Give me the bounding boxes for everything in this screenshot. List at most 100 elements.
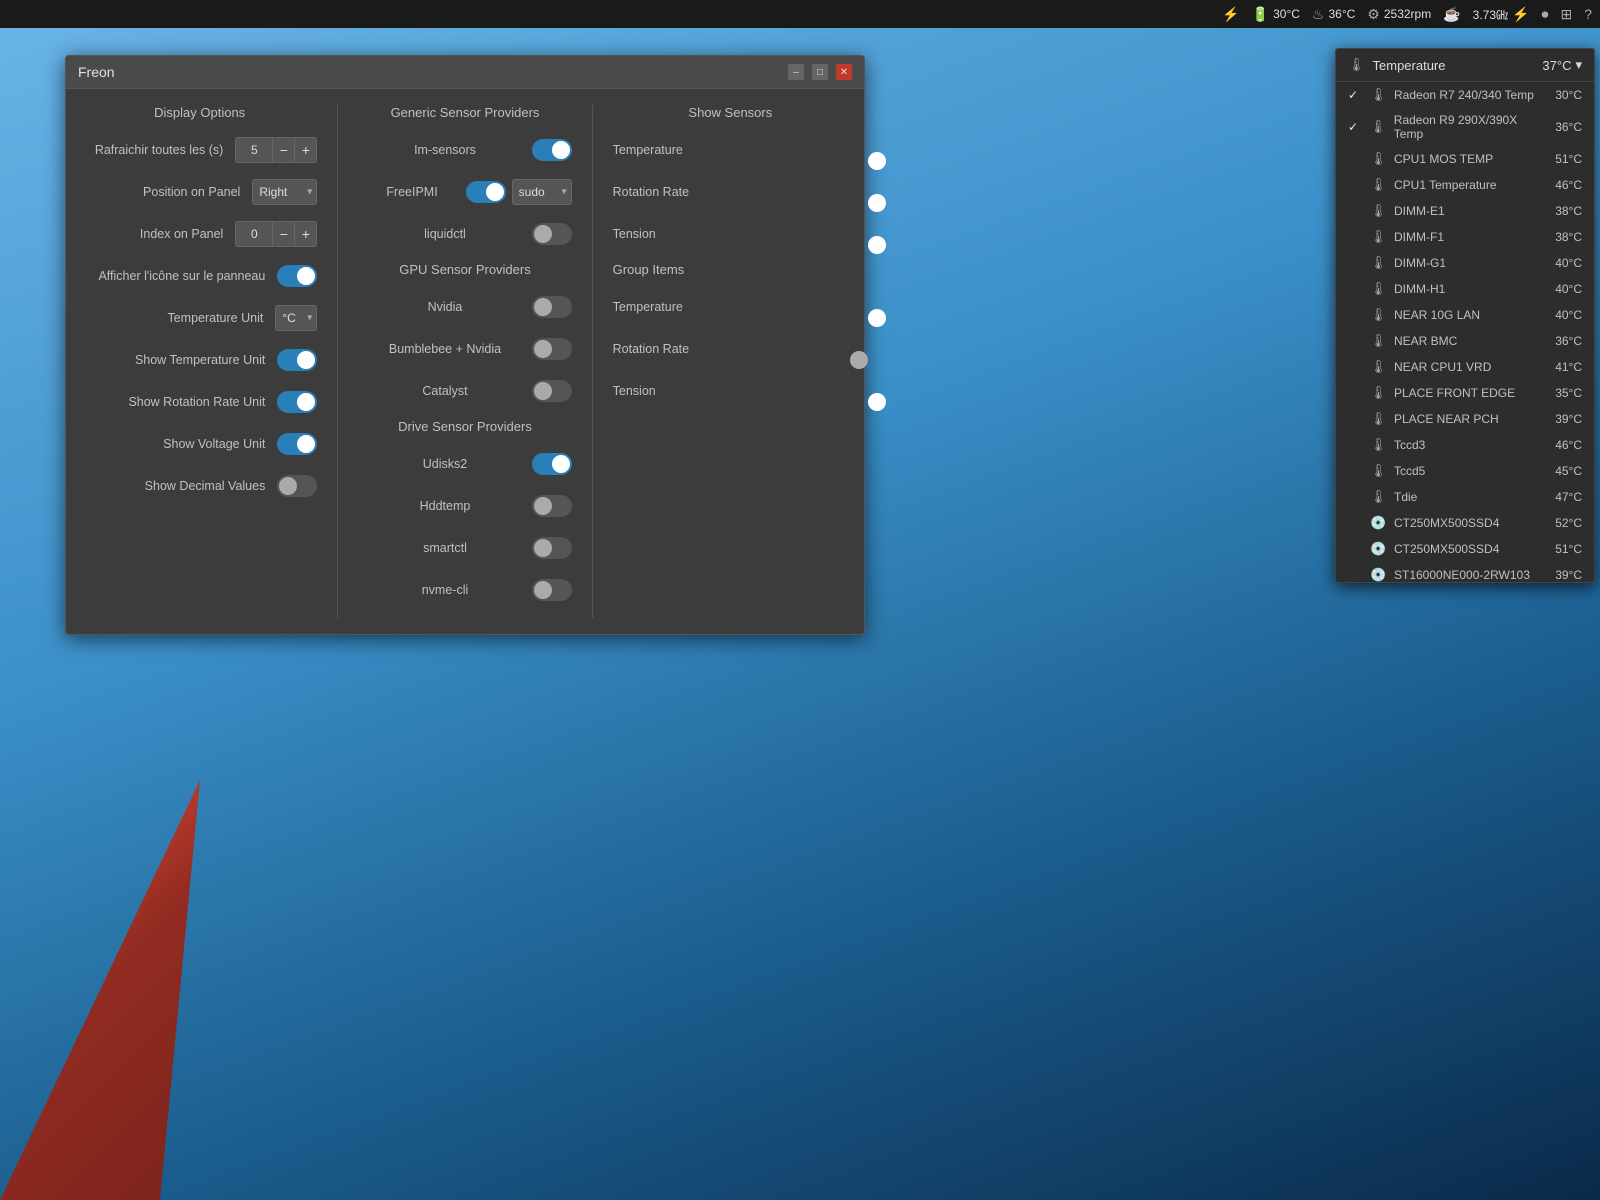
refresh-rate-decrement[interactable]: − (273, 137, 295, 163)
group-rotation-row: Rotation Rate (613, 335, 848, 363)
sensor-name-10: NEAR CPU1 VRD (1394, 360, 1491, 374)
temp-icon-5: 🌡 (1370, 229, 1386, 245)
display-options-col: Display Options Rafraichir toutes les (s… (82, 105, 337, 618)
chevron-down-icon[interactable]: ▾ (1575, 57, 1582, 73)
refresh-rate-input[interactable] (235, 137, 273, 163)
temp-unit-row: Temperature Unit °C °F K (82, 304, 317, 332)
imsensors-control (532, 139, 572, 161)
show-decimal-toggle[interactable] (277, 475, 317, 497)
nvme-cli-toggle[interactable] (532, 579, 572, 601)
udisks2-toggle[interactable] (532, 453, 572, 475)
liquidctl-toggle[interactable] (532, 223, 572, 245)
maximize-button[interactable]: □ (812, 64, 828, 80)
sensor-item-16[interactable]: 💿 CT250MX500SSD4 52°C (1336, 510, 1594, 536)
sensor-item-2[interactable]: 🌡 CPU1 MOS TEMP 51°C (1336, 146, 1594, 172)
temp-icon-12: 🌡 (1370, 411, 1386, 427)
freeipmi-control: sudo pkexec (466, 179, 572, 205)
smartctl-row: smartctl (358, 534, 571, 562)
taskbar-grid[interactable]: ⊞ (1560, 6, 1572, 23)
popup-header-label: Temperature (1373, 58, 1446, 73)
freeipmi-toggle[interactable] (466, 181, 506, 203)
window-title: Freon (78, 64, 115, 80)
sensor-val-12: 39°C (1555, 412, 1582, 426)
catalyst-row: Catalyst (358, 377, 571, 405)
hddtemp-toggle[interactable] (532, 495, 572, 517)
close-button[interactable]: ✕ (836, 64, 852, 80)
catalyst-toggle[interactable] (532, 380, 572, 402)
imsensors-toggle[interactable] (532, 139, 572, 161)
refresh-rate-label: Rafraichir toutes les (s) (82, 143, 235, 157)
sensor-item-8[interactable]: 🌡 NEAR 10G LAN 40°C (1336, 302, 1594, 328)
temp-unit-label: Temperature Unit (82, 311, 275, 325)
temp-icon-2: 🌡 (1370, 151, 1386, 167)
minimize-button[interactable]: – (788, 64, 804, 80)
popup-menu: 🌡 Temperature 37°C ▾ ✓ 🌡 Radeon R7 240/3… (1335, 48, 1595, 583)
sensor-val-7: 40°C (1555, 282, 1582, 296)
sensor-item-15[interactable]: 🌡 Tdie 47°C (1336, 484, 1594, 510)
freeipmi-row: FreeIPMI sudo pkexec (358, 178, 571, 206)
sensor-name-18: ST16000NE000-2RW103 (1394, 568, 1530, 582)
position-select[interactable]: Left Right Center (252, 179, 317, 205)
window-titlebar: Freon – □ ✕ (66, 56, 864, 89)
nvme-cli-label: nvme-cli (358, 583, 531, 597)
index-decrement[interactable]: − (273, 221, 295, 247)
sensor-val-4: 38°C (1555, 204, 1582, 218)
index-increment[interactable]: + (295, 221, 317, 247)
temp-icon-13: 🌡 (1370, 437, 1386, 453)
sensor-val-6: 40°C (1555, 256, 1582, 270)
show-sensors-header: Show Sensors (613, 105, 848, 120)
taskbar-help[interactable]: ? (1584, 6, 1592, 22)
sensor-item-0[interactable]: ✓ 🌡 Radeon R7 240/340 Temp 30°C (1336, 82, 1594, 108)
sensor-item-9[interactable]: 🌡 NEAR BMC 36°C (1336, 328, 1594, 354)
sensor-item-17[interactable]: 💿 CT250MX500SSD4 51°C (1336, 536, 1594, 562)
taskbar-record[interactable]: ⏺ (1541, 6, 1548, 23)
refresh-rate-increment[interactable]: + (295, 137, 317, 163)
sensor-val-1: 36°C (1555, 120, 1582, 134)
sensor-name-4: DIMM-E1 (1394, 204, 1445, 218)
sensor-item-12[interactable]: 🌡 PLACE NEAR PCH 39°C (1336, 406, 1594, 432)
temp-unit-select[interactable]: °C °F K (275, 305, 317, 331)
sudo-select[interactable]: sudo pkexec (512, 179, 572, 205)
temp-icon-11: 🌡 (1370, 385, 1386, 401)
show-temp-unit-toggle[interactable] (277, 349, 317, 371)
sensor-name-5: DIMM-F1 (1394, 230, 1444, 244)
sensor-val-11: 35°C (1555, 386, 1582, 400)
sensor-name-16: CT250MX500SSD4 (1394, 516, 1499, 530)
imsensors-row: Im-sensors (358, 136, 571, 164)
sensor-item-1[interactable]: ✓ 🌡 Radeon R9 290X/390X Temp 36°C (1336, 108, 1594, 146)
show-voltage-unit-toggle[interactable] (277, 433, 317, 455)
sensor-item-11[interactable]: 🌡 PLACE FRONT EDGE 35°C (1336, 380, 1594, 406)
sensor-item-7[interactable]: 🌡 DIMM-H1 40°C (1336, 276, 1594, 302)
nvidia-toggle[interactable] (532, 296, 572, 318)
show-rotation-unit-toggle[interactable] (277, 391, 317, 413)
sensor-item-3[interactable]: 🌡 CPU1 Temperature 46°C (1336, 172, 1594, 198)
group-temperature-label: Temperature (613, 300, 848, 314)
udisks2-row: Udisks2 (358, 450, 571, 478)
show-icon-control (277, 265, 317, 287)
check-icon-1: ✓ (1348, 120, 1362, 134)
sensor-item-18[interactable]: 💿 ST16000NE000-2RW103 39°C (1336, 562, 1594, 582)
bumblebee-toggle[interactable] (532, 338, 572, 360)
sensor-item-14[interactable]: 🌡 Tccd5 45°C (1336, 458, 1594, 484)
sensor-val-14: 45°C (1555, 464, 1582, 478)
popup-header: 🌡 Temperature 37°C ▾ (1336, 49, 1594, 82)
udisks2-control (532, 453, 572, 475)
sensor-item-13[interactable]: 🌡 Tccd3 46°C (1336, 432, 1594, 458)
drive-icon-18: 💿 (1370, 567, 1386, 582)
taskbar-voltage: 3.73㎓ ⚡ (1473, 6, 1530, 23)
show-icon-toggle[interactable] (277, 265, 317, 287)
smartctl-toggle[interactable] (532, 537, 572, 559)
nvidia-row: Nvidia (358, 293, 571, 321)
sensor-name-8: NEAR 10G LAN (1394, 308, 1480, 322)
sensor-temperature-row: Temperature (613, 136, 848, 164)
sudo-dropdown-wrapper: sudo pkexec (512, 179, 572, 205)
sensor-item-5[interactable]: 🌡 DIMM-F1 38°C (1336, 224, 1594, 250)
show-rotation-unit-control (277, 391, 317, 413)
index-input[interactable] (235, 221, 273, 247)
sensor-item-10[interactable]: 🌡 NEAR CPU1 VRD 41°C (1336, 354, 1594, 380)
sensor-item-6[interactable]: 🌡 DIMM-G1 40°C (1336, 250, 1594, 276)
taskbar-coffee[interactable]: ☕ (1443, 6, 1460, 23)
sensor-item-4[interactable]: 🌡 DIMM-E1 38°C (1336, 198, 1594, 224)
bumblebee-control (532, 338, 572, 360)
show-voltage-unit-control (277, 433, 317, 455)
